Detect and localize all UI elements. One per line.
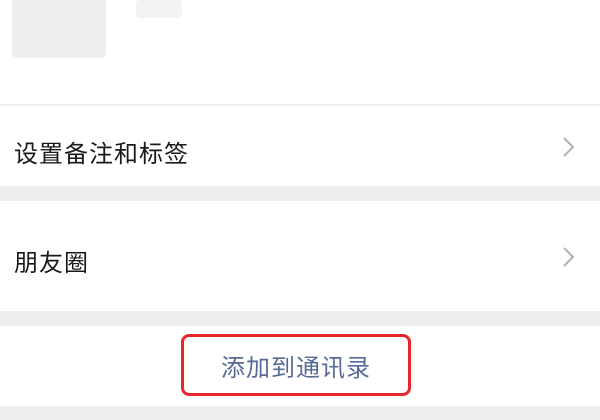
set-remark-and-tags-label: 设置备注和标签: [14, 140, 189, 168]
profile-name-placeholder: [136, 0, 182, 18]
contact-profile-screen: 设置备注和标签 朋友圈 添加到通讯录: [0, 0, 600, 420]
avatar[interactable]: [12, 0, 106, 58]
set-remark-and-tags-cell[interactable]: 设置备注和标签: [0, 106, 600, 186]
chevron-right-icon: [560, 246, 578, 268]
chevron-right-icon: [560, 136, 578, 158]
profile-header: [0, 0, 600, 104]
add-to-contacts-label: 添加到通讯录: [221, 353, 371, 382]
moments-cell[interactable]: 朋友圈: [0, 201, 600, 311]
moments-label: 朋友圈: [14, 249, 89, 277]
add-to-contacts-button[interactable]: 添加到通讯录: [181, 334, 411, 396]
add-to-contacts-cell: 添加到通讯录: [0, 326, 600, 406]
